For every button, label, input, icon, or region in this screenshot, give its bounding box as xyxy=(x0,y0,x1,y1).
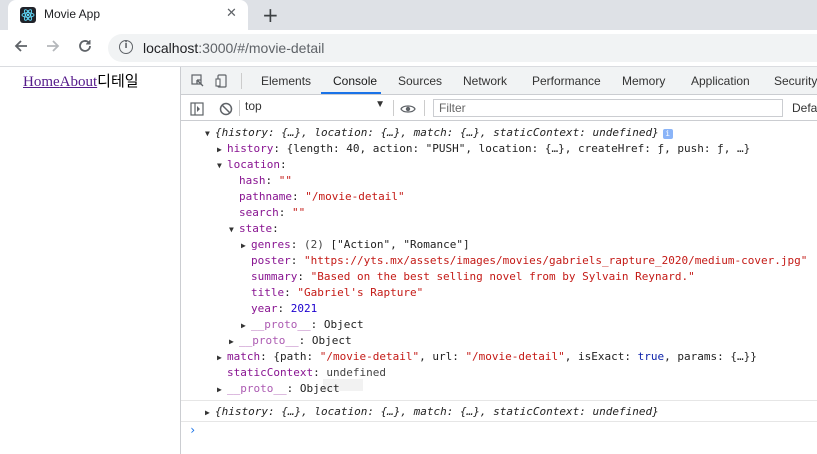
expanded-arrow-icon[interactable]: ▼ xyxy=(205,126,215,142)
object-summary[interactable]: ▼ {history: {…}, location: {…}, match: {…… xyxy=(205,125,673,141)
browser-tab[interactable]: Movie App ✕ xyxy=(8,0,248,30)
object-summary-2[interactable]: ▶ {history: {…}, location: {…}, match: {…… xyxy=(205,404,659,420)
active-tab-indicator xyxy=(321,92,381,94)
devtools-tabbar: Elements Console Sources Network Perform… xyxy=(181,67,817,95)
collapsed-arrow-icon[interactable]: ▶ xyxy=(217,350,227,366)
detail-text: 디테일 xyxy=(97,74,139,90)
prop-location[interactable]: ▼ location: xyxy=(217,157,287,173)
devtools-panel: Elements Console Sources Network Perform… xyxy=(180,67,817,454)
page-content: HomeAbout디테일 xyxy=(0,67,180,454)
tab-title: Movie App xyxy=(44,7,101,21)
info-icon[interactable]: i xyxy=(119,40,133,54)
console-prompt[interactable]: › xyxy=(189,423,196,437)
prop-history[interactable]: ▶ history: {length: 40, action: "PUSH", l… xyxy=(217,141,750,157)
context-value: top xyxy=(245,99,262,113)
message-divider xyxy=(181,421,817,422)
context-select[interactable]: top ▼ xyxy=(245,99,385,117)
collapsed-arrow-icon[interactable]: ▶ xyxy=(229,334,239,350)
prop-hash: hash: "" xyxy=(239,174,292,187)
tab-security[interactable]: Security xyxy=(774,74,817,88)
prop-location-proto[interactable]: ▶ __proto__: Object xyxy=(229,333,352,349)
prop-search: search: "" xyxy=(239,206,306,219)
prop-root-proto[interactable]: ▶ __proto__: Object xyxy=(217,381,340,397)
tab-application[interactable]: Application xyxy=(691,74,750,88)
info-icon[interactable]: i xyxy=(662,129,673,139)
address-bar[interactable]: i localhost:3000/#/movie-detail xyxy=(108,34,817,62)
sidebar-toggle-icon[interactable] xyxy=(190,101,204,116)
browser-toolbar: i localhost:3000/#/movie-detail xyxy=(0,30,817,67)
page-nav: HomeAbout디테일 xyxy=(23,70,139,91)
eye-icon[interactable] xyxy=(400,101,416,115)
clear-console-icon[interactable] xyxy=(219,101,233,116)
collapsed-arrow-icon[interactable]: ▶ xyxy=(217,382,227,398)
expanded-arrow-icon[interactable]: ▼ xyxy=(217,158,227,174)
dropdown-arrow-icon: ▼ xyxy=(375,99,385,110)
toolbar-divider xyxy=(424,100,425,116)
home-link[interactable]: Home xyxy=(23,74,60,90)
collapsed-arrow-icon[interactable]: ▶ xyxy=(241,238,251,254)
prop-genres[interactable]: ▶ genres: (2) ["Action", "Romance"] xyxy=(241,237,470,253)
filter-input[interactable]: Filter xyxy=(433,99,783,117)
prop-state-proto[interactable]: ▶ __proto__: Object xyxy=(241,317,364,333)
close-icon[interactable]: ✕ xyxy=(226,6,237,21)
prop-poster: poster: "https://yts.mx/assets/images/mo… xyxy=(251,254,808,267)
default-levels-dropdown[interactable]: Defau xyxy=(792,101,817,115)
console-output: ▼ {history: {…}, location: {…}, match: {…… xyxy=(181,121,817,454)
collapsed-arrow-icon[interactable]: ▶ xyxy=(217,142,227,158)
toolbar-divider xyxy=(239,100,240,116)
forward-arrow-icon[interactable] xyxy=(45,38,61,59)
prop-state[interactable]: ▼ state: xyxy=(229,221,279,237)
toolbar-divider xyxy=(241,73,242,89)
url-text: localhost:3000/#/movie-detail xyxy=(143,40,325,56)
prop-year: year: 2021 xyxy=(251,302,318,315)
tab-memory[interactable]: Memory xyxy=(622,74,665,88)
prop-summary: summary: "Based on the best selling nove… xyxy=(251,270,695,283)
react-logo-icon xyxy=(20,7,36,23)
console-toolbar: top ▼ Filter Defau xyxy=(181,95,817,121)
collapsed-arrow-icon[interactable]: ▶ xyxy=(241,318,251,334)
device-toolbar-icon[interactable] xyxy=(215,73,229,88)
tab-elements[interactable]: Elements xyxy=(261,74,311,88)
tab-console[interactable]: Console xyxy=(333,74,377,88)
reload-icon[interactable] xyxy=(77,38,93,59)
browser-tabstrip: Movie App ✕ + xyxy=(0,0,817,30)
tab-sources[interactable]: Sources xyxy=(398,74,442,88)
toolbar-divider xyxy=(393,100,394,116)
prop-title: title: "Gabriel's Rapture" xyxy=(251,286,424,299)
inspect-element-icon[interactable] xyxy=(191,73,205,87)
new-tab-button[interactable]: + xyxy=(262,3,279,27)
tab-network[interactable]: Network xyxy=(463,74,507,88)
tab-performance[interactable]: Performance xyxy=(532,74,601,88)
expanded-arrow-icon[interactable]: ▼ xyxy=(229,222,239,238)
collapsed-arrow-icon[interactable]: ▶ xyxy=(205,405,215,421)
prop-pathname: pathname: "/movie-detail" xyxy=(239,190,405,203)
about-link[interactable]: About xyxy=(60,74,98,90)
prop-match[interactable]: ▶ match: {path: "/movie-detail", url: "/m… xyxy=(217,349,757,365)
back-arrow-icon[interactable] xyxy=(13,38,29,59)
message-divider xyxy=(181,400,817,401)
